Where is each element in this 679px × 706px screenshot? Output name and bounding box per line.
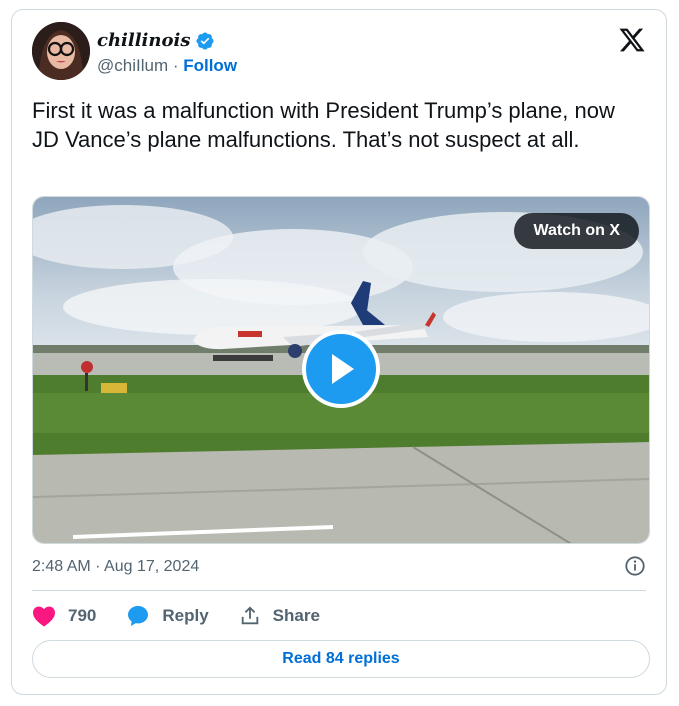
verified-badge-icon bbox=[196, 31, 215, 50]
tweet-text: First it was a malfunction with Presiden… bbox=[32, 98, 615, 152]
video-media[interactable]: Watch on X bbox=[32, 196, 650, 544]
handle[interactable]: @chiIlum bbox=[97, 56, 168, 75]
x-logo-icon[interactable] bbox=[618, 26, 646, 54]
info-icon[interactable] bbox=[624, 555, 646, 577]
action-bar: 790 Reply Share bbox=[32, 604, 350, 628]
reply-button[interactable]: Reply bbox=[126, 604, 209, 628]
share-button[interactable]: Share bbox=[239, 605, 320, 627]
follow-button[interactable]: Follow bbox=[183, 56, 237, 75]
separator: · bbox=[168, 56, 184, 75]
like-button[interactable]: 790 bbox=[32, 605, 96, 627]
read-replies-button[interactable]: Read 84 replies bbox=[32, 640, 650, 678]
avatar[interactable] bbox=[32, 22, 90, 80]
play-icon bbox=[332, 354, 354, 384]
watch-on-x-button[interactable]: Watch on X bbox=[514, 213, 639, 249]
like-count: 790 bbox=[68, 606, 97, 625]
divider bbox=[32, 590, 646, 591]
display-name[interactable]: chillinois bbox=[97, 30, 190, 51]
reply-bubble-icon bbox=[128, 606, 149, 626]
timestamp[interactable]: 2:48 AM · Aug 17, 2024 bbox=[32, 558, 199, 576]
tweet-card: chillinois @chiIlum · Follow First it wa… bbox=[11, 9, 667, 695]
display-name-row[interactable]: chillinois bbox=[97, 30, 215, 51]
share-label: Share bbox=[272, 606, 320, 625]
heart-icon bbox=[33, 606, 55, 627]
handle-row: @chiIlum · Follow bbox=[97, 56, 237, 76]
share-icon bbox=[241, 606, 258, 625]
reply-label: Reply bbox=[162, 606, 209, 625]
play-button[interactable] bbox=[302, 330, 380, 408]
